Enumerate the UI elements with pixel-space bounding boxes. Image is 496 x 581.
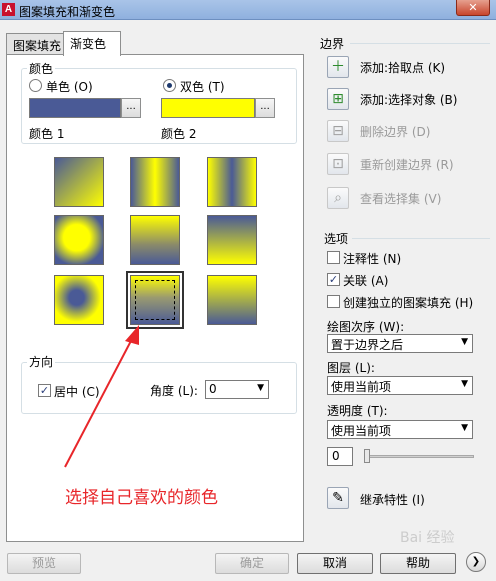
- gradient-invspherical-swatch[interactable]: [54, 275, 104, 325]
- transparency-value-input[interactable]: 0: [327, 447, 353, 466]
- view-selection-button: 查看选择集 (V): [360, 192, 442, 206]
- direction-group-title: 方向: [27, 353, 56, 370]
- annotation-arrow: [64, 325, 139, 468]
- gradient-spherical-swatch[interactable]: [54, 215, 104, 265]
- preview-button[interactable]: 预览: [7, 553, 81, 574]
- layer-select[interactable]: 使用当前项 ▼: [327, 376, 473, 395]
- gradient-invcylinder-swatch[interactable]: [207, 157, 257, 207]
- color-1-label: 颜色 1: [29, 127, 65, 141]
- annotative-checkbox[interactable]: [327, 251, 340, 264]
- view-selection-icon: ⌕: [327, 187, 349, 209]
- gradient-invhemispherical-swatch[interactable]: [126, 271, 184, 329]
- angle-select[interactable]: 0 ▼: [205, 380, 269, 399]
- tab-hatch[interactable]: 图案填充: [6, 33, 64, 55]
- angle-label: 角度 (L):: [150, 384, 198, 398]
- transparency-label: 透明度 (T):: [327, 404, 388, 418]
- layer-label: 图层 (L):: [327, 361, 375, 375]
- remove-boundary-icon: ⊟: [327, 120, 349, 142]
- gradient-hemispherical-swatch[interactable]: [130, 215, 180, 265]
- gradient-linear-swatch[interactable]: [54, 157, 104, 207]
- transparency-select[interactable]: 使用当前项 ▼: [327, 420, 473, 439]
- color-1-swatch[interactable]: [29, 98, 121, 118]
- boundary-divider: [350, 43, 490, 44]
- gradient-invcurved-swatch[interactable]: [207, 275, 257, 325]
- add-select-icon[interactable]: ⊞: [327, 88, 349, 110]
- separate-hatches-label: 创建独立的图案填充 (H): [343, 296, 474, 310]
- options-title: 选项: [324, 232, 349, 246]
- window-title: 图案填充和渐变色: [19, 5, 116, 19]
- watermark: Bai 经验: [400, 530, 455, 546]
- gradient-curved-swatch[interactable]: [207, 215, 257, 265]
- more-options-icon[interactable]: ❯: [466, 552, 486, 572]
- color-1-browse-button[interactable]: ...: [121, 98, 141, 118]
- separate-hatches-checkbox[interactable]: [327, 295, 340, 308]
- transparency-slider-thumb[interactable]: [364, 449, 370, 463]
- title-bar: A 图案填充和渐变色 ✕: [0, 0, 496, 20]
- add-pick-icon[interactable]: ＋: [327, 56, 349, 78]
- associative-label: 关联 (A): [343, 274, 389, 288]
- options-divider: [352, 238, 490, 239]
- close-window-button[interactable]: ✕: [456, 0, 490, 16]
- boundary-title: 边界: [320, 37, 345, 51]
- help-button[interactable]: 帮助: [380, 553, 456, 574]
- chevron-down-icon: ▼: [257, 383, 264, 393]
- draw-order-label: 绘图次序 (W):: [327, 320, 405, 334]
- annotation-text: 选择自己喜欢的颜色: [65, 488, 218, 508]
- autocad-app-icon: A: [2, 3, 15, 16]
- single-color-radio[interactable]: [29, 79, 42, 92]
- add-pick-points-button[interactable]: 添加:拾取点 (K): [360, 59, 445, 76]
- recreate-boundary-button: 重新创建边界 (R): [360, 158, 454, 172]
- gradient-cylinder-swatch[interactable]: [130, 157, 180, 207]
- annotative-label: 注释性 (N): [343, 252, 402, 266]
- ok-button[interactable]: 确定: [215, 553, 289, 574]
- double-color-label: 双色 (T): [180, 80, 225, 94]
- color-2-browse-button[interactable]: ...: [255, 98, 275, 118]
- inherit-properties-icon[interactable]: ✎: [327, 487, 349, 509]
- chevron-down-icon: ▼: [461, 379, 468, 389]
- associative-checkbox[interactable]: ✓: [327, 273, 340, 286]
- remove-boundary-button: 删除边界 (D): [360, 125, 431, 139]
- cancel-button[interactable]: 取消: [297, 553, 373, 574]
- inherit-properties-button[interactable]: 继承特性 (I): [360, 491, 425, 508]
- tab-gradient[interactable]: 渐变色: [63, 31, 121, 56]
- color-2-swatch[interactable]: [161, 98, 255, 118]
- centered-checkbox[interactable]: ✓: [38, 384, 51, 397]
- transparency-slider-track[interactable]: [364, 455, 474, 458]
- chevron-down-icon: ▼: [461, 423, 468, 433]
- draw-order-select[interactable]: 置于边界之后 ▼: [327, 334, 473, 353]
- add-select-objects-button[interactable]: 添加:选择对象 (B): [360, 91, 457, 108]
- color-group-title: 颜色: [27, 60, 56, 77]
- double-color-radio[interactable]: [163, 79, 176, 92]
- color-2-label: 颜色 2: [161, 127, 197, 141]
- gradient-tab-panel: 颜色 单色 (O) 双色 (T) ... ... 颜色 1 颜色 2 方向 ✓ …: [6, 54, 304, 542]
- single-color-label: 单色 (O): [46, 80, 93, 94]
- chevron-down-icon: ▼: [461, 337, 468, 347]
- recreate-boundary-icon: ⊡: [327, 153, 349, 175]
